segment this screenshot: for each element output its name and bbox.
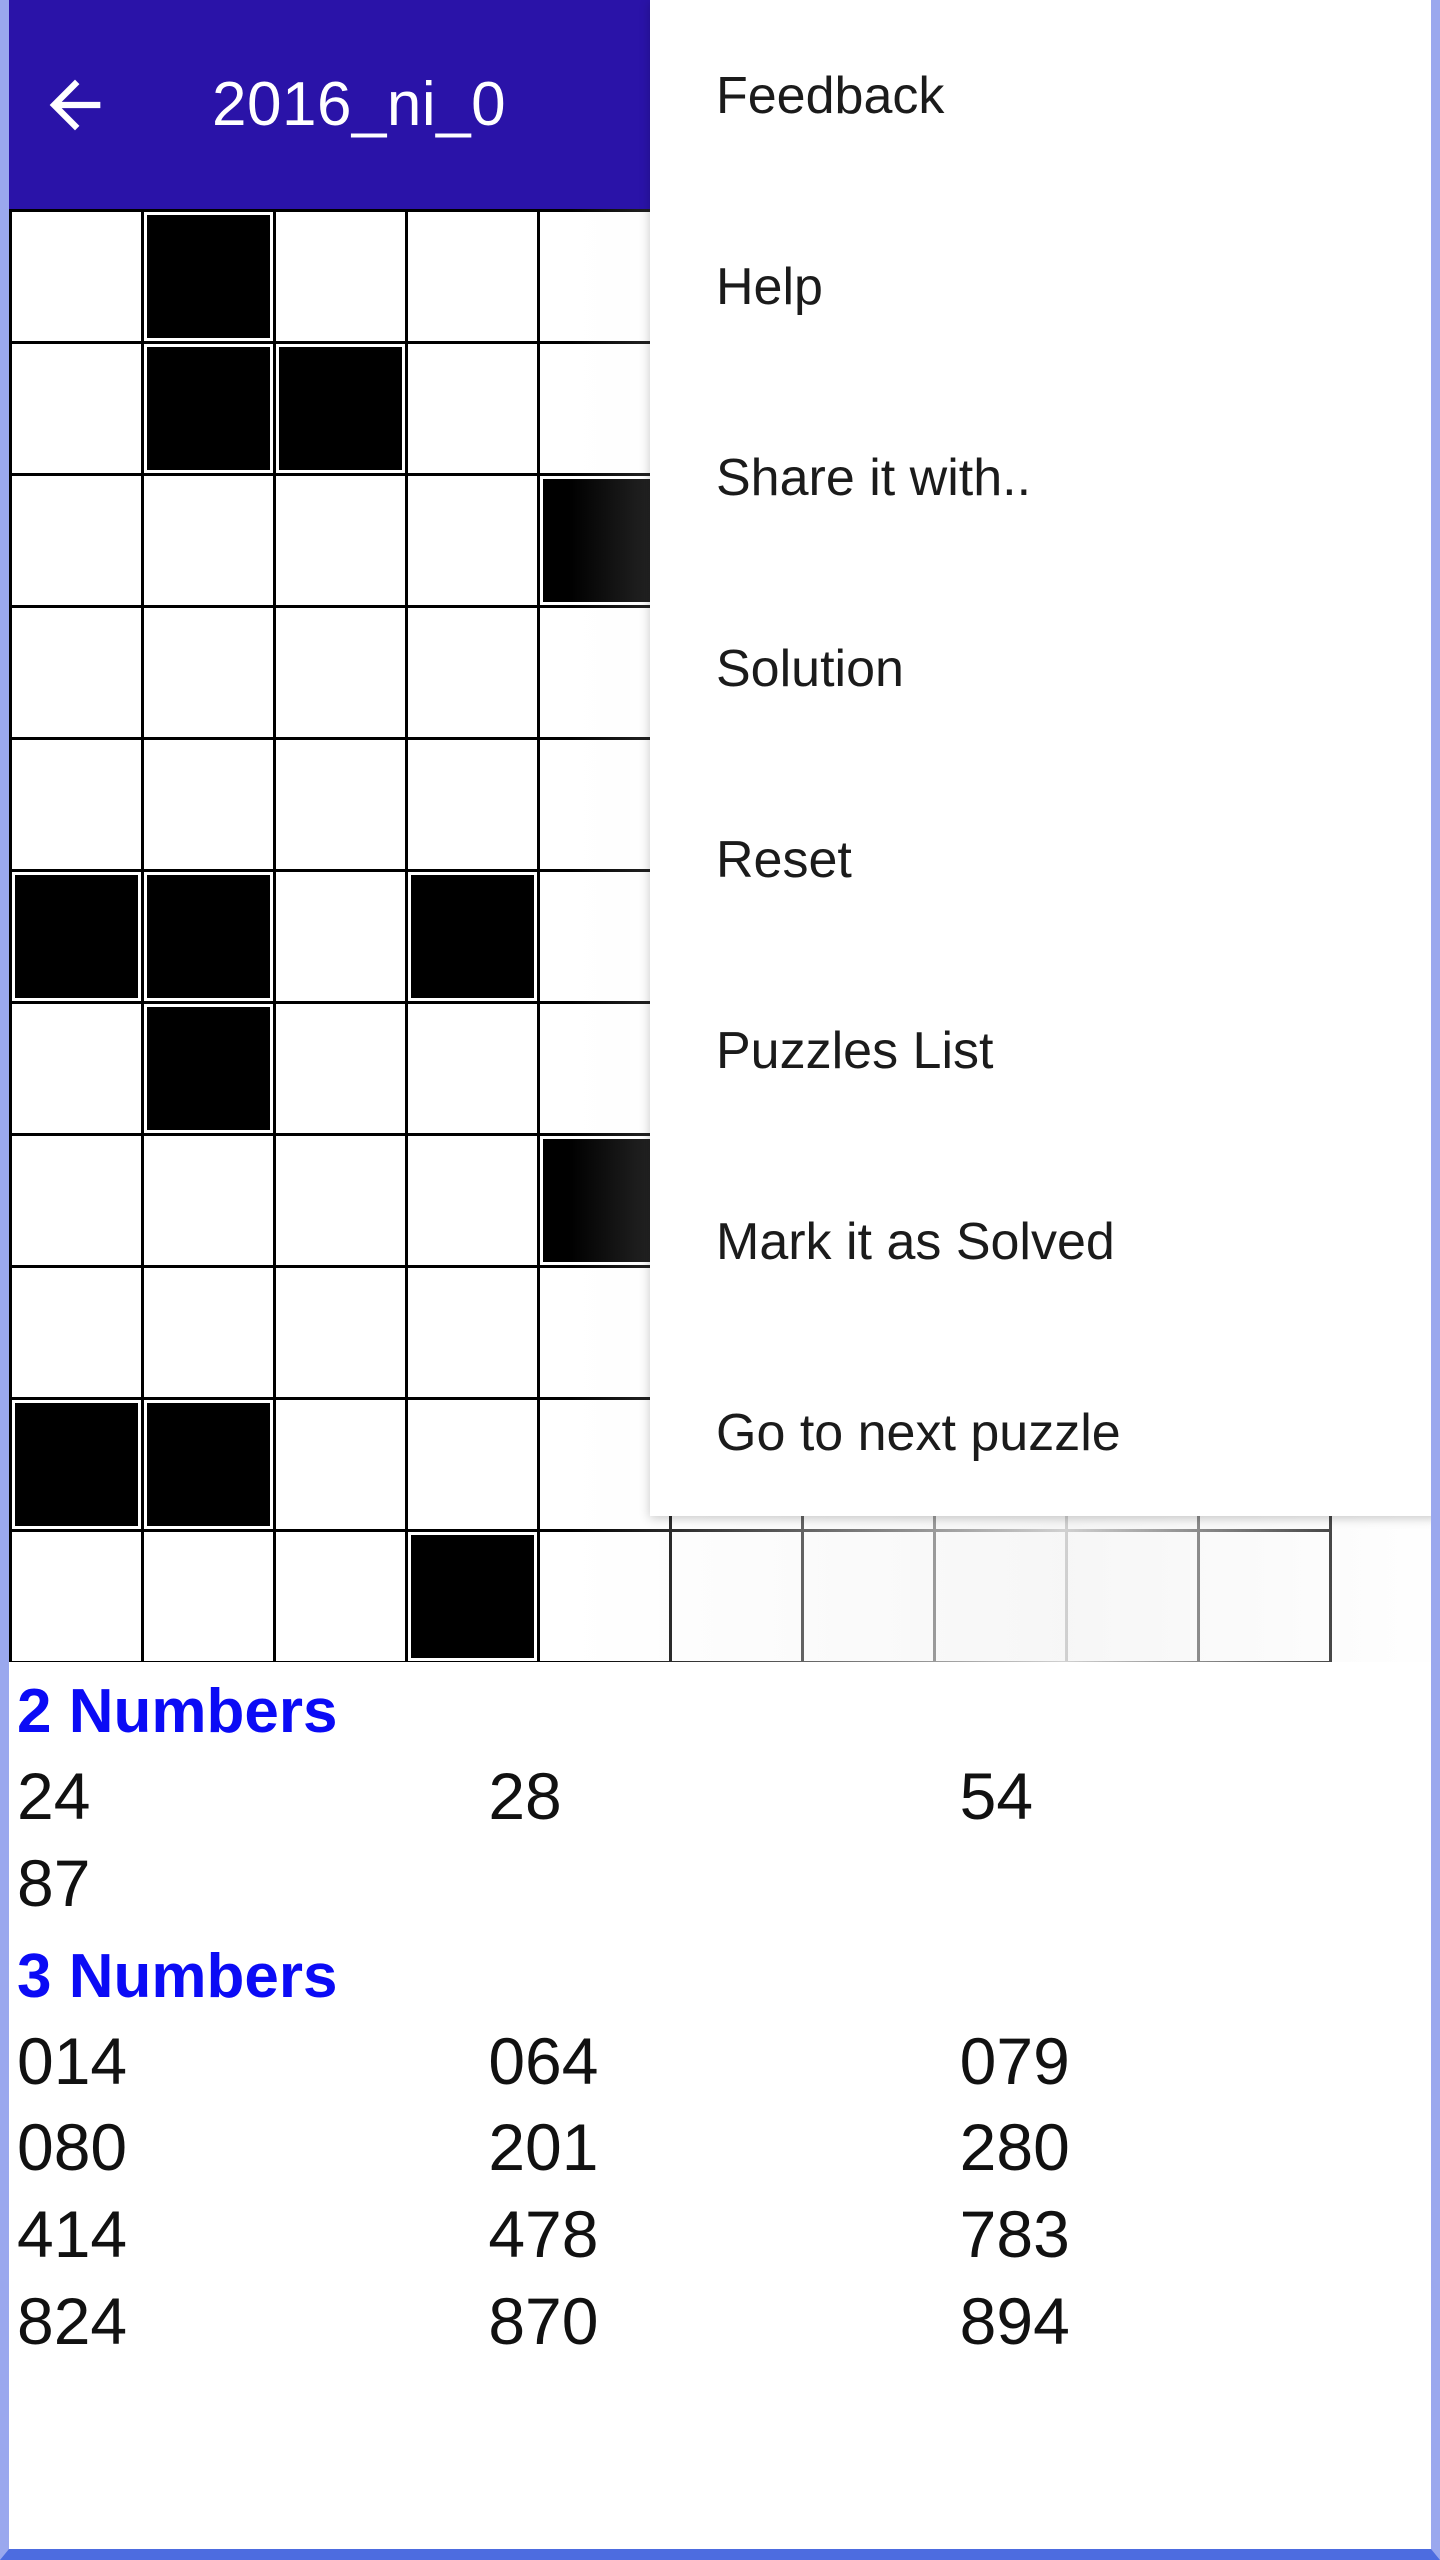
grid-cell[interactable]: [12, 344, 144, 476]
menu-item-label: Help: [716, 257, 823, 316]
menu-item-label: Go to next puzzle: [716, 1403, 1121, 1462]
app-root: 2 Numbers 24 28 54 87 3 Numbers 014 064 079 080 20…: [0, 0, 1440, 2560]
grid-cell[interactable]: [12, 1004, 144, 1136]
back-button[interactable]: [9, 0, 150, 209]
clue-number[interactable]: 894: [960, 2278, 1431, 2365]
number-clue-panel[interactable]: 2 Numbers 24 28 54 87 3 Numbers 014 064 079 080 20…: [9, 1662, 1431, 2549]
clue-number[interactable]: 870: [488, 2278, 959, 2365]
grid-cell[interactable]: [144, 1136, 276, 1268]
clue-group-heading: 3 Numbers: [17, 1941, 338, 2011]
page-title: 2016_ni_0: [212, 70, 507, 139]
grid-cell[interactable]: [1200, 1532, 1332, 1662]
menu-item-label: Reset: [716, 830, 852, 889]
clue-row: 414 478 783: [9, 2191, 1431, 2278]
grid-cell[interactable]: [12, 476, 144, 608]
grid-cell[interactable]: [408, 1268, 540, 1400]
clue-number[interactable]: 24: [17, 1753, 488, 1840]
menu-item-help[interactable]: Help: [650, 191, 1431, 382]
clue-number[interactable]: 079: [960, 2018, 1431, 2105]
grid-cell[interactable]: [276, 1136, 408, 1268]
clue-number[interactable]: 824: [17, 2278, 488, 2365]
grid-cell[interactable]: [408, 476, 540, 608]
clue-row: 014 064 079: [9, 2018, 1431, 2105]
menu-item-feedback[interactable]: Feedback: [650, 0, 1431, 191]
grid-cell[interactable]: [12, 1532, 144, 1662]
grid-cell-block: [144, 872, 276, 1004]
grid-cell[interactable]: [144, 476, 276, 608]
menu-item-label: Puzzles List: [716, 1021, 994, 1080]
clue-group-heading: 2 Numbers: [17, 1677, 338, 1746]
grid-cell[interactable]: [12, 608, 144, 740]
overflow-menu[interactable]: Feedback Help Share it with.. Solution Reset…: [650, 0, 1431, 1516]
menu-item-label: Solution: [716, 639, 904, 698]
grid-cell[interactable]: [408, 740, 540, 872]
clue-number[interactable]: 54: [960, 1753, 1431, 1840]
grid-cell[interactable]: [276, 1532, 408, 1662]
menu-item-label: Feedback: [716, 66, 945, 125]
grid-cell[interactable]: [408, 1136, 540, 1268]
clue-row: 24 28 54: [9, 1753, 1431, 1840]
grid-cell[interactable]: [144, 608, 276, 740]
menu-item-mark-it-as-solved[interactable]: Mark it as Solved: [650, 1146, 1431, 1337]
back-arrow-icon: [49, 79, 101, 130]
clue-row: 824 870 894: [9, 2278, 1431, 2365]
clue-number[interactable]: 080: [17, 2104, 488, 2191]
grid-cell[interactable]: [144, 1532, 276, 1662]
clue-row: 080 201 280: [9, 2104, 1431, 2191]
grid-cell[interactable]: [276, 1268, 408, 1400]
grid-cell[interactable]: [12, 212, 144, 344]
menu-item-go-to-next-puzzle[interactable]: Go to next puzzle: [650, 1337, 1431, 1528]
grid-cell-block: [144, 344, 276, 476]
grid-cell[interactable]: [276, 212, 408, 344]
menu-item-puzzles-list[interactable]: Puzzles List: [650, 955, 1431, 1146]
menu-item-solution[interactable]: Solution: [650, 573, 1431, 764]
clue-number[interactable]: 478: [488, 2191, 959, 2278]
grid-cell-block: [144, 1004, 276, 1136]
clue-row: 87: [9, 1840, 1431, 1927]
grid-cell[interactable]: [12, 1268, 144, 1400]
grid-cell[interactable]: [408, 212, 540, 344]
grid-cell[interactable]: [276, 1004, 408, 1136]
menu-item-share-it-with[interactable]: Share it with..: [650, 382, 1431, 573]
grid-cell-block: [144, 212, 276, 344]
clue-number[interactable]: 414: [17, 2191, 488, 2278]
grid-cell[interactable]: [276, 872, 408, 1004]
grid-cell[interactable]: [408, 1004, 540, 1136]
grid-cell-block: [408, 872, 540, 1004]
grid-cell[interactable]: [276, 1400, 408, 1532]
grid-cell[interactable]: [408, 608, 540, 740]
grid-cell[interactable]: [1068, 1532, 1200, 1662]
grid-cell[interactable]: [144, 1268, 276, 1400]
grid-cell[interactable]: [408, 1400, 540, 1532]
grid-cell[interactable]: [12, 740, 144, 872]
grid-cell-block: [144, 1400, 276, 1532]
clue-number[interactable]: 280: [960, 2104, 1431, 2191]
menu-item-reset[interactable]: Reset: [650, 764, 1431, 955]
menu-item-label: Mark it as Solved: [716, 1212, 1115, 1271]
grid-cell[interactable]: [276, 740, 408, 872]
clue-number[interactable]: 28: [488, 1753, 959, 1840]
grid-cell[interactable]: [144, 740, 276, 872]
grid-cell[interactable]: [936, 1532, 1068, 1662]
clue-number[interactable]: 014: [17, 2018, 488, 2105]
grid-cell[interactable]: [672, 1532, 804, 1662]
clue-number[interactable]: 783: [960, 2191, 1431, 2278]
grid-cell-block: [12, 872, 144, 1004]
grid-cell[interactable]: [276, 608, 408, 740]
clue-number[interactable]: 87: [17, 1840, 488, 1927]
grid-cell[interactable]: [804, 1532, 936, 1662]
grid-cell[interactable]: [12, 1136, 144, 1268]
grid-cell-block: [12, 1400, 144, 1532]
grid-cell[interactable]: [276, 476, 408, 608]
grid-cell[interactable]: [408, 344, 540, 476]
grid-cell-block: [408, 1532, 540, 1662]
menu-item-label: Share it with..: [716, 448, 1032, 507]
clue-number-empty: [960, 1840, 1431, 1927]
clue-number[interactable]: 064: [488, 2018, 959, 2105]
grid-cell-block: [276, 344, 408, 476]
clue-number-empty: [488, 1840, 959, 1927]
grid-cell[interactable]: [540, 1532, 672, 1662]
clue-number[interactable]: 201: [488, 2104, 959, 2191]
